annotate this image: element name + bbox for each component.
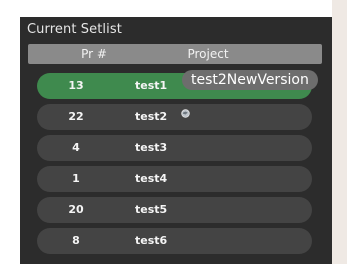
row-pr-number: 1 xyxy=(72,172,80,185)
row-project-name: test1 xyxy=(135,79,168,92)
row-project-name: test4 xyxy=(135,172,168,185)
row-pr-number: 22 xyxy=(68,110,84,123)
row-project-name: test2 xyxy=(135,110,168,123)
table-header: Pr # Project xyxy=(28,44,322,64)
setlist-row[interactable]: 4 test3 xyxy=(37,135,312,161)
row-project-name: test5 xyxy=(135,203,168,216)
current-setlist-panel: Current Setlist Pr # Project 13 test1 22… xyxy=(20,17,332,264)
row-project-name: test3 xyxy=(135,141,168,154)
row-project-name: test6 xyxy=(135,234,168,247)
version-tooltip: test2NewVersion xyxy=(182,70,318,90)
column-header-project[interactable]: Project xyxy=(173,47,243,61)
background-strip xyxy=(332,0,347,264)
setlist-row[interactable]: 20 test5 xyxy=(37,197,312,223)
setlist-row[interactable]: 22 test2 xyxy=(37,104,312,130)
setlist-row[interactable]: 1 test4 xyxy=(37,166,312,192)
globe-icon[interactable] xyxy=(181,109,190,118)
row-pr-number: 8 xyxy=(72,234,80,247)
column-header-pr[interactable]: Pr # xyxy=(64,47,124,61)
row-pr-number: 20 xyxy=(68,203,84,216)
setlist-title: Current Setlist xyxy=(27,22,122,37)
setlist-row[interactable]: 8 test6 xyxy=(37,228,312,254)
row-pr-number: 13 xyxy=(68,79,84,92)
row-pr-number: 4 xyxy=(72,141,80,154)
